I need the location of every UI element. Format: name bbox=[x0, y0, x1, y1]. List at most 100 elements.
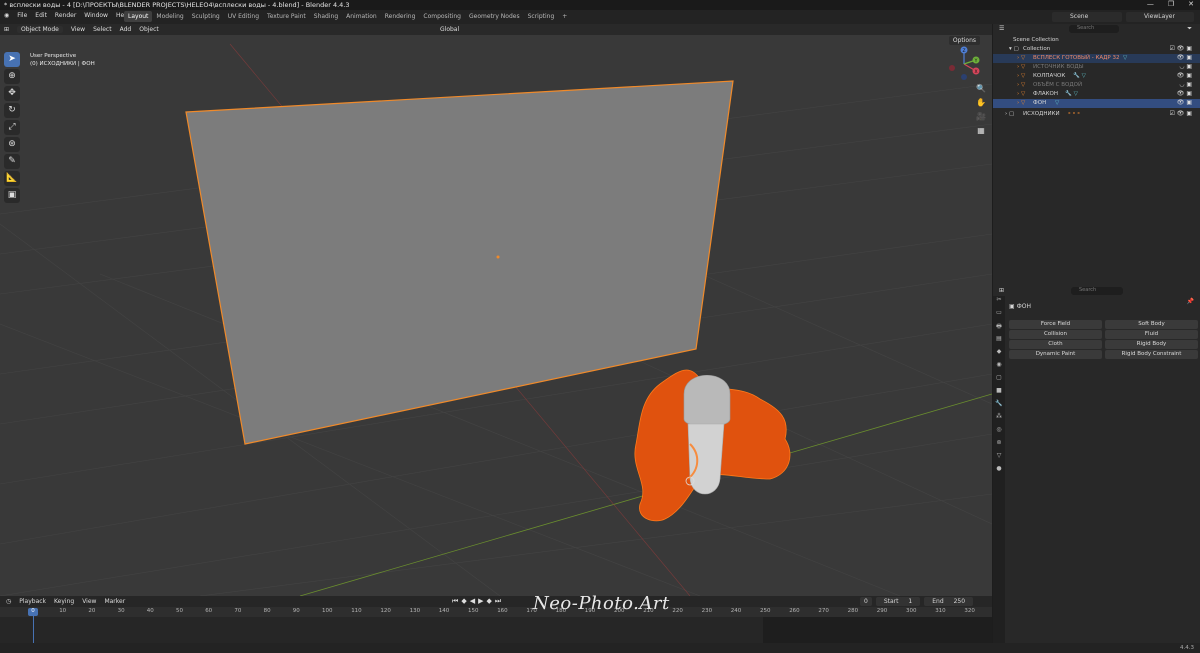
transform-orientation[interactable]: Global bbox=[440, 26, 459, 33]
particles-tab-icon[interactable]: ⁂ bbox=[993, 413, 1005, 426]
camera-view-icon[interactable]: 🎥 bbox=[974, 112, 988, 124]
visibility-eye-icon[interactable]: 👁 ▣ bbox=[1177, 72, 1192, 79]
pan-hand-icon[interactable]: ✋ bbox=[974, 98, 988, 110]
outliner-item-sources[interactable]: › ▢ ИСХОДНИКИ ⚬⚬⚬ ☑ 👁 ▣ bbox=[993, 110, 1200, 119]
editor-type-icon[interactable]: ⊞ bbox=[4, 26, 9, 33]
tab-shading[interactable]: Shading bbox=[310, 11, 342, 22]
next-key-icon[interactable]: ◆ bbox=[486, 597, 491, 606]
collection-tab-icon[interactable]: ▢ bbox=[993, 374, 1005, 387]
add-cube-tool-icon[interactable]: ▣ bbox=[4, 188, 20, 203]
menu-view[interactable]: View bbox=[71, 26, 85, 33]
menu-timeline-view[interactable]: View bbox=[82, 598, 96, 605]
physics-tab-icon[interactable]: ◎ bbox=[993, 426, 1005, 439]
fluid-button[interactable]: Fluid bbox=[1105, 330, 1198, 339]
menu-object[interactable]: Object bbox=[139, 26, 159, 33]
pin-icon[interactable]: 📌 bbox=[1187, 298, 1194, 305]
menu-file[interactable]: File bbox=[17, 12, 27, 19]
scene-collection-row[interactable]: Scene Collection bbox=[993, 36, 1200, 45]
3d-viewport[interactable]: ⊞ Object Mode View Select Add Object Glo… bbox=[0, 24, 992, 596]
tab-scripting[interactable]: Scripting bbox=[524, 11, 559, 22]
menu-render[interactable]: Render bbox=[55, 12, 76, 19]
visibility-eye-icon[interactable]: 👁 ▣ bbox=[1177, 90, 1192, 97]
properties-search[interactable]: Search bbox=[1071, 287, 1123, 295]
outliner-search[interactable]: Search bbox=[1069, 25, 1119, 33]
mode-selector[interactable]: Object Mode bbox=[17, 26, 63, 33]
tool-tab-icon[interactable]: ✂ bbox=[993, 296, 1005, 309]
cursor-tool-icon[interactable]: ⊕ bbox=[4, 69, 20, 84]
tab-sculpting[interactable]: Sculpting bbox=[188, 11, 224, 22]
material-tab-icon[interactable]: ● bbox=[993, 465, 1005, 478]
start-frame-field[interactable]: Start 1 bbox=[875, 597, 921, 606]
rigid-body-constraint-button[interactable]: Rigid Body Constraint bbox=[1105, 350, 1198, 359]
output-tab-icon[interactable]: 🖶 bbox=[993, 322, 1005, 335]
modifier-tab-icon[interactable]: 🔧 bbox=[993, 400, 1005, 413]
blender-logo-icon[interactable]: ◉ bbox=[4, 12, 9, 19]
play-reverse-icon[interactable]: ◀ bbox=[470, 597, 475, 606]
menu-window[interactable]: Window bbox=[84, 12, 108, 19]
tab-texture-paint[interactable]: Texture Paint bbox=[263, 11, 310, 22]
soft-body-button[interactable]: Soft Body bbox=[1105, 320, 1198, 329]
current-frame-field[interactable]: 0 bbox=[860, 597, 872, 606]
visibility-eye-closed-icon[interactable]: ◡ ▣ bbox=[1179, 81, 1192, 88]
annotate-tool-icon[interactable]: ✎ bbox=[4, 154, 20, 169]
scene-tab-icon[interactable]: ◆ bbox=[993, 348, 1005, 361]
add-workspace-button[interactable]: + bbox=[558, 11, 571, 22]
ortho-grid-icon[interactable]: ▦ bbox=[974, 126, 988, 138]
jump-end-icon[interactable]: ⏭ bbox=[495, 597, 501, 606]
cloth-button[interactable]: Cloth bbox=[1009, 340, 1102, 349]
outliner-item-water-volume[interactable]: › ▽ ОБЪЁМ С ВОДОЙ ◡ ▣ bbox=[993, 81, 1200, 90]
timeline-editor-icon[interactable]: ◷ bbox=[6, 598, 11, 605]
jump-start-icon[interactable]: ⏮ bbox=[452, 597, 458, 606]
outliner-item-background[interactable]: › ▽ ФОН ▽ 👁 ▣ bbox=[993, 99, 1200, 108]
tab-uv-editing[interactable]: UV Editing bbox=[224, 11, 263, 22]
collection-row[interactable]: ▾ ▢ Collection ☑ 👁 ▣ bbox=[993, 45, 1200, 54]
menu-playback[interactable]: Playback bbox=[19, 598, 46, 605]
visibility-eye-icon[interactable]: 👁 ▣ bbox=[1177, 54, 1192, 61]
tab-compositing[interactable]: Compositing bbox=[419, 11, 465, 22]
play-icon[interactable]: ▶ bbox=[478, 597, 483, 606]
visibility-eye-icon[interactable]: ☑ 👁 ▣ bbox=[1170, 110, 1192, 117]
navigation-gizmo[interactable]: Z Y X bbox=[944, 44, 984, 84]
rotate-tool-icon[interactable]: ↻ bbox=[4, 103, 20, 118]
properties-editor-icon[interactable]: ⊞ bbox=[999, 287, 1004, 294]
view-layer-tab-icon[interactable]: ▤ bbox=[993, 335, 1005, 348]
force-field-button[interactable]: Force Field bbox=[1009, 320, 1102, 329]
transform-tool-icon[interactable]: ⊛ bbox=[4, 137, 20, 152]
object-tab-icon[interactable]: ■ bbox=[993, 387, 1005, 400]
menu-add[interactable]: Add bbox=[120, 26, 132, 33]
end-frame-field[interactable]: End 250 bbox=[924, 597, 974, 606]
visibility-eye-icon[interactable]: ☑ 👁 ▣ bbox=[1170, 45, 1192, 52]
maximize-button[interactable]: ❐ bbox=[1168, 0, 1174, 8]
select-tool-icon[interactable]: ➤ bbox=[4, 52, 20, 67]
menu-keying[interactable]: Keying bbox=[54, 598, 74, 605]
world-tab-icon[interactable]: ◉ bbox=[993, 361, 1005, 374]
data-tab-icon[interactable]: ▽ bbox=[993, 452, 1005, 465]
outliner-item-cap[interactable]: › ▽ КОЛПАЧОК 🔧 ▽ 👁 ▣ bbox=[993, 72, 1200, 81]
tab-geometry-nodes[interactable]: Geometry Nodes bbox=[465, 11, 524, 22]
render-tab-icon[interactable]: ▭ bbox=[993, 309, 1005, 322]
outliner-editor-icon[interactable]: ☰ bbox=[999, 25, 1004, 32]
scene-selector[interactable]: Scene bbox=[1052, 12, 1122, 22]
close-button[interactable]: ✕ bbox=[1188, 0, 1194, 8]
prev-key-icon[interactable]: ◆ bbox=[461, 597, 466, 606]
filter-icon[interactable]: ⏷ bbox=[1187, 25, 1192, 33]
view-layer-selector[interactable]: ViewLayer bbox=[1126, 12, 1194, 22]
tab-layout[interactable]: Layout bbox=[124, 11, 153, 22]
move-tool-icon[interactable]: ✥ bbox=[4, 86, 20, 101]
dynamic-paint-button[interactable]: Dynamic Paint bbox=[1009, 350, 1102, 359]
playhead[interactable]: 0 bbox=[28, 608, 38, 616]
tab-modeling[interactable]: Modeling bbox=[152, 11, 187, 22]
menu-marker[interactable]: Marker bbox=[104, 598, 125, 605]
zoom-icon[interactable]: 🔍 bbox=[974, 84, 988, 96]
minimize-button[interactable]: — bbox=[1147, 0, 1154, 8]
measure-tool-icon[interactable]: 📐 bbox=[4, 171, 20, 186]
constraints-tab-icon[interactable]: ⊚ bbox=[993, 439, 1005, 452]
visibility-eye-icon[interactable]: 👁 ▣ bbox=[1177, 99, 1192, 106]
tab-animation[interactable]: Animation bbox=[342, 11, 381, 22]
visibility-eye-closed-icon[interactable]: ◡ ▣ bbox=[1179, 63, 1192, 70]
menu-select[interactable]: Select bbox=[93, 26, 112, 33]
rigid-body-button[interactable]: Rigid Body bbox=[1105, 340, 1198, 349]
outliner-item-splash[interactable]: › ▽ ВСПЛЕСК ГОТОВЫЙ - КАДР 32 ▽ 👁 ▣ bbox=[993, 54, 1200, 63]
frame-ruler[interactable]: 0 10 20 30 40 50 60 70 80 90 100 110 120 130 140 150 160… bbox=[0, 607, 992, 617]
outliner-item-bottle[interactable]: › ▽ ФЛАКОН 🔧 ▽ 👁 ▣ bbox=[993, 90, 1200, 99]
